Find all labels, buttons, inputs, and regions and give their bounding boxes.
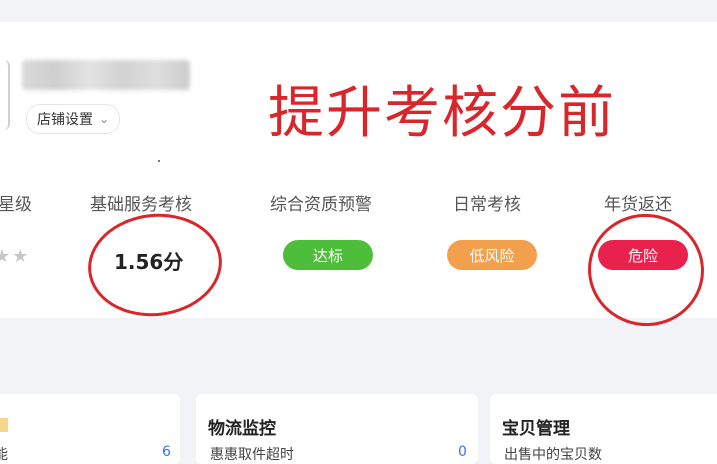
panel-left-row-text[interactable]: 能	[0, 444, 8, 464]
panel-logistics-title: 物流监控	[208, 414, 276, 440]
panel-logistics-row-text[interactable]: 惠惠取件超时	[210, 444, 294, 464]
panel-left-count[interactable]: 6	[162, 444, 171, 460]
chevron-down-icon: ⌄	[99, 112, 110, 126]
metric-label-annual-return[interactable]: 年货返还	[604, 190, 672, 215]
star-rating-icon: ★★	[0, 246, 31, 267]
panel-item-management: 宝贝管理 出售中的宝贝数	[490, 394, 717, 464]
panel-logistics-count[interactable]: 0	[458, 444, 467, 460]
metric-label-basic-service[interactable]: 基础服务考核	[90, 190, 192, 215]
panel-logistics: 物流监控 惠惠取件超时 0	[196, 394, 478, 464]
shop-avatar[interactable]	[0, 60, 10, 130]
panel-item-management-title: 宝贝管理	[502, 414, 570, 440]
panel-item-management-row-text[interactable]: 出售中的宝贝数	[504, 444, 602, 464]
panel-left: 能 6	[0, 394, 180, 464]
metric-label-star-level: 星级	[0, 195, 32, 215]
red-annotation-text: 提升考核分前	[268, 81, 616, 146]
shop-settings-label: 店铺设置	[37, 112, 93, 128]
panel-left-title-accent	[0, 418, 8, 432]
shop-name-blurred	[22, 60, 190, 90]
stray-dot	[158, 160, 160, 162]
metric-label-daily-assessment[interactable]: 日常考核	[453, 190, 521, 215]
qualification-status-badge[interactable]: 达标	[283, 240, 373, 270]
daily-assessment-status-badge[interactable]: 低风险	[447, 240, 537, 270]
metric-label-qualification[interactable]: 综合资质预警	[270, 190, 372, 215]
shop-settings-button[interactable]: 店铺设置 ⌄	[26, 104, 121, 134]
